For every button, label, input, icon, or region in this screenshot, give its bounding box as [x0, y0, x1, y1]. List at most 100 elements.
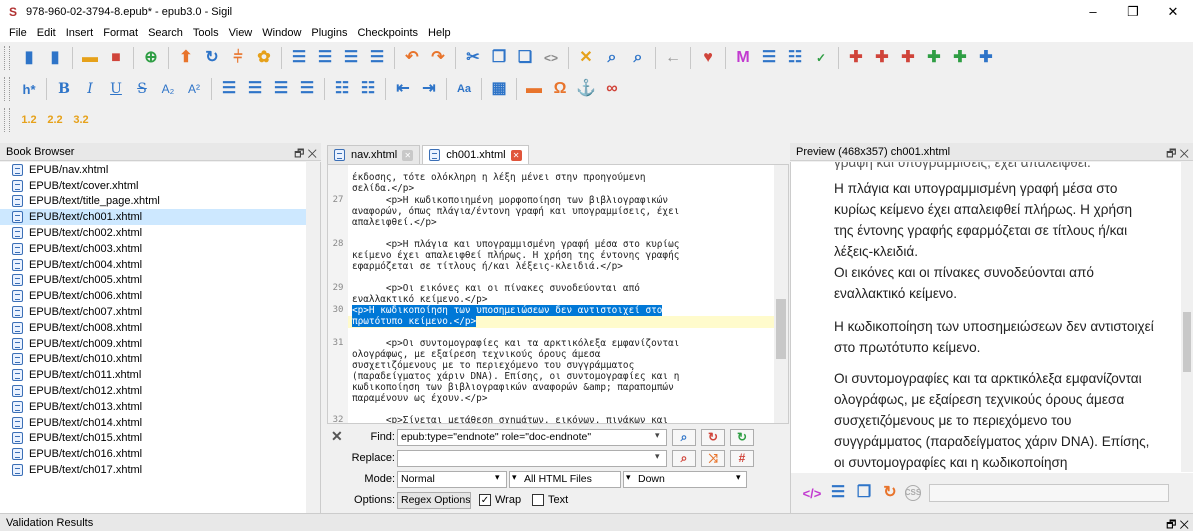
book-browser-item[interactable]: EPUB/text/ch013.xhtml: [0, 399, 320, 415]
insert-image-icon[interactable]: ▬: [523, 78, 545, 100]
maximize-button[interactable]: ❐: [1113, 0, 1153, 24]
bullet-list-icon[interactable]: ☷: [331, 78, 353, 100]
menu-file[interactable]: File: [4, 27, 32, 39]
close-find-icon[interactable]: ✕: [331, 428, 343, 445]
plugin-3-icon[interactable]: ✚: [897, 47, 919, 69]
align-center-icon[interactable]: ☰: [244, 78, 266, 100]
split-icon[interactable]: ⫩: [227, 47, 249, 69]
book-browser-item[interactable]: EPUB/text/ch017.xhtml: [0, 462, 320, 478]
heading-3-button[interactable]: 3.2: [70, 109, 92, 131]
book-browser-item[interactable]: EPUB/text/ch001.xhtml: [0, 209, 320, 226]
reload-icon[interactable]: ↻: [879, 482, 901, 504]
strikethrough-button[interactable]: S: [131, 78, 153, 100]
wrap-checkbox[interactable]: ✓: [479, 494, 491, 506]
zoom-slider[interactable]: [929, 484, 1169, 502]
change-case-button[interactable]: Aa: [453, 78, 475, 100]
save-icon[interactable]: ■: [105, 47, 127, 69]
book-browser-item[interactable]: EPUB/text/ch011.xhtml: [0, 367, 320, 383]
align-justify-icon[interactable]: ☰: [296, 78, 318, 100]
heading-button[interactable]: h*: [18, 78, 40, 100]
book-browser-item[interactable]: EPUB/text/ch009.xhtml: [0, 336, 320, 352]
insert-after-icon[interactable]: ☰: [314, 47, 336, 69]
book-browser-item[interactable]: EPUB/text/ch008.xhtml: [0, 320, 320, 336]
scroll-thumb[interactable]: [1183, 312, 1191, 372]
copy-icon[interactable]: ❐: [488, 47, 510, 69]
inspect-icon[interactable]: </>: [801, 482, 823, 504]
menu-edit[interactable]: Edit: [32, 27, 61, 39]
plugin-1-icon[interactable]: ✚: [845, 47, 867, 69]
subscript-button[interactable]: A₂: [157, 78, 179, 100]
metadata-icon[interactable]: M: [732, 47, 754, 69]
merge-icon[interactable]: ☰: [340, 47, 362, 69]
direction-select[interactable]: Down: [623, 471, 747, 488]
book-browser-item[interactable]: EPUB/text/ch016.xhtml: [0, 446, 320, 462]
book-browser-item[interactable]: EPUB/text/ch005.xhtml: [0, 273, 320, 289]
open-folder-icon[interactable]: ▬: [79, 47, 101, 69]
pane-float-close-icon[interactable]: 🗗 ✕: [1166, 516, 1189, 531]
redo-icon[interactable]: ↷: [427, 47, 449, 69]
preview-scrollbar[interactable]: [1181, 162, 1193, 472]
tab-nav-xhtml[interactable]: nav.xhtml ✕: [327, 145, 421, 164]
indent-icon[interactable]: ⇥: [418, 78, 440, 100]
toolbar-grip-3[interactable]: [4, 108, 10, 132]
add-existing-icon[interactable]: ⊕: [140, 47, 162, 69]
menu-format[interactable]: Format: [98, 27, 143, 39]
clean-icon[interactable]: ✕: [575, 47, 597, 69]
direction-dropdown-arrow-icon[interactable]: ▾: [736, 472, 741, 483]
align-right-icon[interactable]: ☰: [270, 78, 292, 100]
anchor-icon[interactable]: ⚓: [575, 78, 597, 100]
find-input[interactable]: epub:type="endnote" role="doc-endnote": [397, 429, 667, 446]
book-browser-item[interactable]: EPUB/text/ch004.xhtml: [0, 257, 320, 273]
superscript-button[interactable]: A²: [183, 78, 205, 100]
book-browser-item[interactable]: EPUB/nav.xhtml: [0, 162, 320, 178]
book-browser-item[interactable]: EPUB/text/ch012.xhtml: [0, 383, 320, 399]
heading-2-button[interactable]: 2.2: [44, 109, 66, 131]
book-browser-item[interactable]: EPUB/text/ch002.xhtml: [0, 225, 320, 241]
toc-icon[interactable]: ☰: [758, 47, 780, 69]
code-icon[interactable]: <>: [540, 47, 562, 69]
arrow-up-icon[interactable]: ⬆: [175, 47, 197, 69]
menu-tools[interactable]: Tools: [188, 27, 224, 39]
text-checkbox[interactable]: [532, 494, 544, 506]
find-options-button[interactable]: #: [730, 450, 754, 467]
cut-icon[interactable]: ✂: [462, 47, 484, 69]
spellcheck-icon[interactable]: ✓: [810, 47, 832, 69]
book-browser-item[interactable]: EPUB/text/ch015.xhtml: [0, 431, 320, 447]
menu-plugins[interactable]: Plugins: [306, 27, 352, 39]
minimize-button[interactable]: –: [1073, 0, 1113, 24]
menu-help[interactable]: Help: [423, 27, 456, 39]
tab-close-icon[interactable]: ✕: [402, 149, 414, 161]
new-file-alt-icon[interactable]: ▮: [44, 47, 66, 69]
toc-edit-icon[interactable]: ☷: [784, 47, 806, 69]
gear-icon[interactable]: ✿: [253, 47, 275, 69]
book-browser-item[interactable]: EPUB/text/ch010.xhtml: [0, 352, 320, 368]
editor-scrollbar[interactable]: [774, 165, 788, 423]
replace-all-button[interactable]: ⤨: [701, 450, 725, 467]
scroll-thumb[interactable]: [776, 299, 786, 359]
bold-button[interactable]: B: [53, 78, 75, 100]
close-button[interactable]: ✕: [1153, 0, 1193, 24]
css-icon[interactable]: CSS: [905, 485, 921, 501]
book-browser-item[interactable]: EPUB/text/cover.xhtml: [0, 178, 320, 194]
find-dropdown-arrow-icon[interactable]: ▾: [655, 430, 660, 441]
undo-icon[interactable]: ↶: [401, 47, 423, 69]
outdent-icon[interactable]: ⇤: [392, 78, 414, 100]
align-left-icon[interactable]: ☰: [218, 78, 240, 100]
heading-1-button[interactable]: 1.2: [18, 109, 40, 131]
replace-input[interactable]: [397, 450, 667, 467]
replace-find-button[interactable]: ↻: [701, 429, 725, 446]
book-browser-item[interactable]: EPUB/text/ch007.xhtml: [0, 304, 320, 320]
count-button[interactable]: ↻: [730, 429, 754, 446]
scope-dropdown-arrow-icon[interactable]: ▾: [512, 472, 517, 483]
plugin-2-icon[interactable]: ✚: [871, 47, 893, 69]
underline-button[interactable]: U: [105, 78, 127, 100]
direction-dropdown-arrow-icon[interactable]: ▾: [626, 472, 631, 483]
split-marker-icon[interactable]: ☰: [366, 47, 388, 69]
zoom-icon[interactable]: ⌕: [627, 47, 649, 69]
menu-insert[interactable]: Insert: [61, 27, 99, 39]
back-arrow-icon[interactable]: ←: [662, 47, 684, 69]
tab-close-icon[interactable]: ✕: [510, 149, 522, 161]
tab-ch001-xhtml[interactable]: ch001.xhtml ✕: [422, 145, 529, 164]
plugin-5-icon[interactable]: ✚: [949, 47, 971, 69]
copy-preview-icon[interactable]: ❐: [853, 482, 875, 504]
